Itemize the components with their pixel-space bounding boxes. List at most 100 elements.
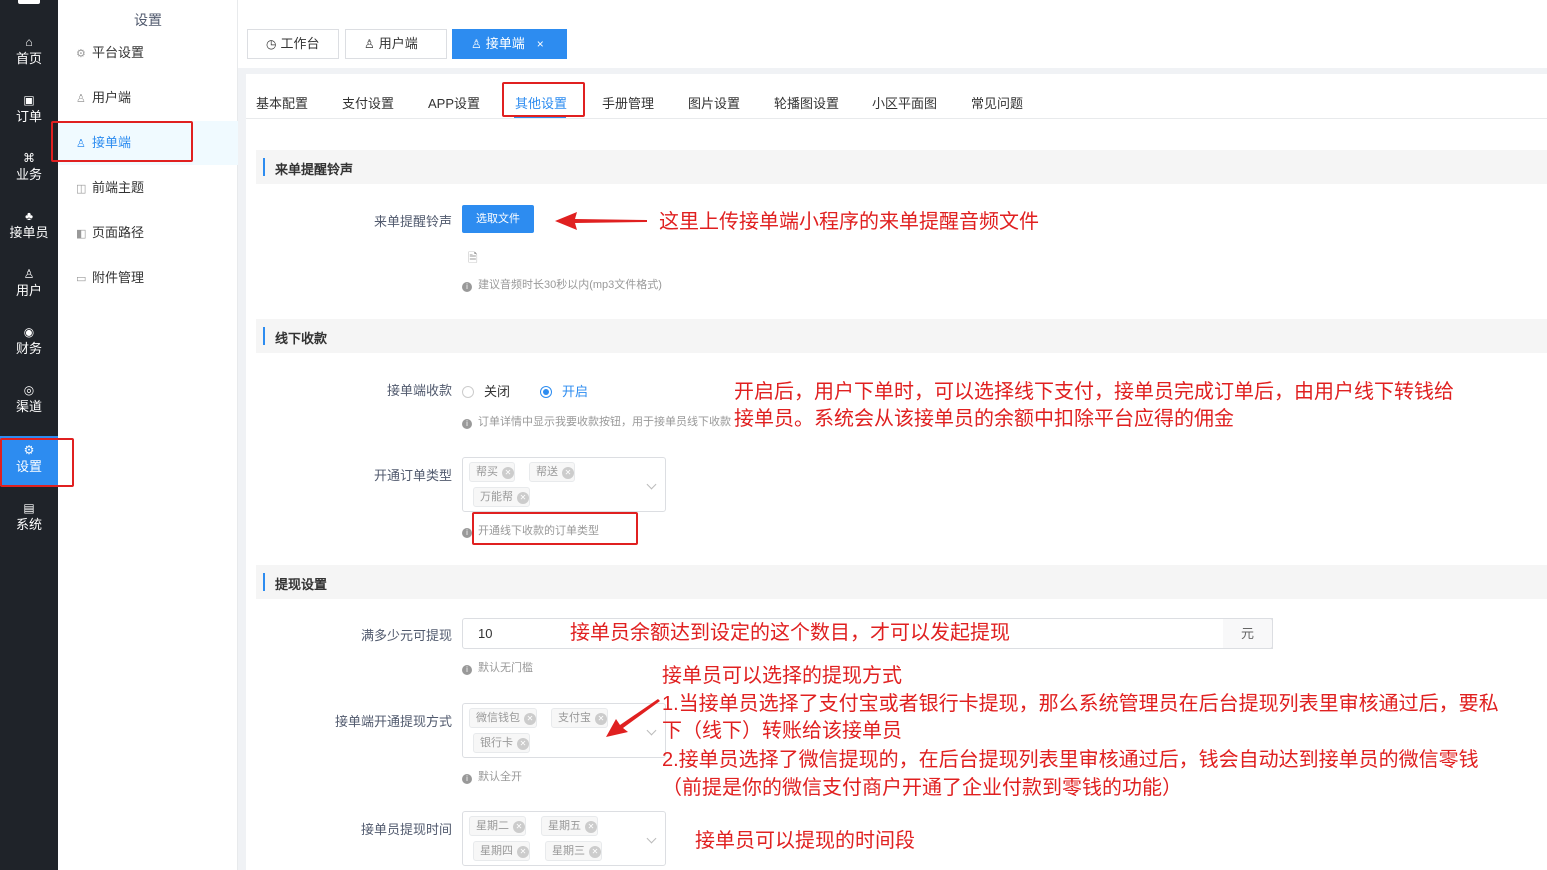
- section-title: 来单提醒铃声: [275, 162, 354, 177]
- radio-on[interactable]: 开启: [540, 381, 588, 400]
- annotation-arrow-icon: [606, 699, 660, 737]
- tag-close-icon[interactable]: ✕: [524, 713, 536, 725]
- app-root: ⌂ 首页 ▣ 订单 ⌘ 业务 ♣ 接单员 ♙ 用户 ◉ 财务 ◎ 渠道 ⚙ 设置: [0, 0, 1547, 870]
- annotation-time: 接单员可以提现的时间段: [695, 830, 915, 852]
- tag-close-icon[interactable]: ✕: [517, 492, 529, 504]
- tab-images[interactable]: 图片设置: [688, 93, 740, 112]
- tag-close-icon[interactable]: ✕: [502, 467, 514, 479]
- tag-close-icon[interactable]: ✕: [517, 846, 529, 858]
- system-icon: ▤: [23, 501, 35, 515]
- rider-icon: ♙: [471, 37, 482, 51]
- menu-item-label: 平台设置: [92, 45, 145, 60]
- nav-item-label: 订单: [15, 109, 42, 124]
- radio-dot: [462, 386, 474, 398]
- close-icon[interactable]: ×: [537, 37, 544, 51]
- chevron-down-icon: [646, 479, 657, 489]
- nav-item-label: 接单员: [9, 225, 49, 240]
- menu-item-page-path[interactable]: ◧ 页面路径: [58, 211, 238, 255]
- tag-close-icon[interactable]: ✕: [517, 738, 529, 750]
- info-icon: i: [462, 774, 472, 784]
- annotation-ringtone: 这里上传接单端小程序的来单提醒音频文件: [659, 211, 1039, 233]
- user-icon: ♙: [364, 37, 375, 51]
- menu-title: 设置: [134, 12, 162, 28]
- highlight-order-types-tip: [472, 512, 638, 545]
- collect-label: 接单端收款: [386, 383, 452, 398]
- info-icon: i: [462, 282, 472, 292]
- tab-label: 用户端: [378, 36, 418, 51]
- annotation-methods-5: （前提是你的微信支付商户开通了企业付款到零钱的功能）: [662, 777, 1182, 799]
- settings-tabs: 基本配置 支付设置 APP设置 其他设置 手册管理 图片设置 轮播图设置 小区平…: [246, 74, 1547, 119]
- nav-item-user[interactable]: ♙ 用户: [0, 260, 58, 310]
- menu-item-label: 附件管理: [92, 270, 145, 285]
- page-tabs-bar: ◷ 工作台 ♙ 用户端 ♙ 接单端 ×: [238, 0, 1547, 68]
- info-icon: i: [462, 419, 472, 429]
- highlight-nav-settings: [0, 438, 74, 487]
- tab-user-client[interactable]: ♙ 用户端: [345, 29, 447, 59]
- nav-item-order[interactable]: ▣ 订单: [0, 86, 58, 136]
- radio-dot: [540, 386, 552, 398]
- menu-item-platform[interactable]: ⚙ 平台设置: [58, 31, 238, 75]
- nav-item-label: 渠道: [15, 399, 42, 414]
- nav-item-business[interactable]: ⌘ 业务: [0, 144, 58, 194]
- tab-floor-plan[interactable]: 小区平面图: [872, 93, 937, 112]
- order-types-select[interactable]: 帮买 ✕ 帮送 ✕ 万能帮 ✕: [462, 457, 666, 512]
- annotation-methods-2: 1.当接单员选择了支付宝或者银行卡提现，那么系统管理员在后台提现列表里审核通过后…: [662, 693, 1499, 715]
- info-icon: i: [462, 665, 472, 675]
- withdraw-time-select[interactable]: 星期二 ✕ 星期五 ✕ 星期四 ✕ 星期三 ✕: [462, 811, 666, 866]
- menu-item-user-client[interactable]: ♙ 用户端: [58, 76, 238, 120]
- user-icon: ♙: [76, 93, 86, 105]
- business-icon: ⌘: [23, 151, 35, 165]
- tag-close-icon[interactable]: ✕: [585, 821, 597, 833]
- tag-chip: 帮买 ✕: [469, 462, 515, 482]
- logo: [18, 0, 40, 4]
- withdraw-methods-tip: i 默认全开: [462, 768, 522, 784]
- tab-order-client[interactable]: ♙ 接单端 ×: [452, 29, 567, 59]
- nav-item-system[interactable]: ▤ 系统: [0, 494, 58, 544]
- menu-item-attachments[interactable]: ▭ 附件管理: [58, 256, 238, 300]
- path-icon: ◧: [76, 228, 87, 240]
- tag-chip: 星期三 ✕: [545, 841, 602, 861]
- nav-item-rider[interactable]: ♣ 接单员: [0, 202, 58, 252]
- order-types-label: 开通订单类型: [373, 468, 452, 483]
- tab-app[interactable]: APP设置: [428, 93, 480, 112]
- nav-item-home[interactable]: ⌂ 首页: [0, 28, 58, 78]
- user-icon: ♙: [23, 267, 35, 281]
- tab-manual[interactable]: 手册管理: [602, 93, 654, 112]
- min-withdraw-tip: i 默认无门槛: [462, 659, 533, 675]
- ringtone-tip: i 建议音频时长30秒以内(mp3文件格式): [462, 276, 662, 292]
- tab-payment[interactable]: 支付设置: [342, 93, 394, 112]
- tag-chip: 银行卡 ✕: [473, 733, 530, 753]
- menu-item-theme[interactable]: ◫ 前端主题: [58, 166, 238, 210]
- tab-label: 工作台: [280, 36, 320, 51]
- tag-close-icon[interactable]: ✕: [513, 821, 525, 833]
- choose-file-button[interactable]: 选取文件: [462, 205, 534, 233]
- file-icon: 🗎: [468, 251, 478, 265]
- ringtone-label: 来单提醒铃声: [373, 214, 452, 229]
- tag-chip: 微信钱包 ✕: [469, 708, 537, 728]
- withdraw-methods-label: 接单端开通提现方式: [334, 714, 452, 729]
- info-icon: i: [462, 528, 472, 538]
- annotation-offline-1: 开启后，用户下单时，可以选择线下支付，接单员完成订单后，由用户线下转钱给: [734, 381, 1454, 403]
- withdraw-time-label: 接单员提现时间: [360, 822, 452, 837]
- tag-chip: 支付宝 ✕: [551, 708, 608, 728]
- nav-item-channel[interactable]: ◎ 渠道: [0, 376, 58, 426]
- radio-off[interactable]: 关闭: [462, 381, 510, 400]
- tag-chip: 帮送 ✕: [529, 462, 575, 482]
- channel-icon: ◎: [23, 383, 35, 397]
- finance-icon: ◉: [23, 325, 35, 339]
- tag-chip: 星期五 ✕: [541, 816, 598, 836]
- annotation-methods-4: 2.接单员选择了微信提现的，在后台提现列表里审核通过后，钱会自动达到接单员的微信…: [662, 749, 1479, 771]
- tag-close-icon[interactable]: ✕: [589, 846, 601, 858]
- tab-basic[interactable]: 基本配置: [256, 93, 308, 112]
- dashboard-icon: ◷: [266, 37, 277, 51]
- annotation-methods-1: 接单员可以选择的提现方式: [662, 665, 902, 687]
- tab-faq[interactable]: 常见问题: [971, 93, 1023, 112]
- gear-icon: ⚙: [76, 48, 86, 60]
- tab-workbench[interactable]: ◷ 工作台: [247, 29, 339, 59]
- annotation-min: 接单员余额达到设定的这个数目，才可以发起提现: [570, 622, 1010, 644]
- annotation-methods-3: 下（线下）转账给该接单员: [662, 720, 902, 742]
- tag-close-icon[interactable]: ✕: [562, 467, 574, 479]
- nav-item-label: 首页: [15, 51, 42, 66]
- tab-carousel[interactable]: 轮播图设置: [774, 93, 839, 112]
- nav-item-finance[interactable]: ◉ 财务: [0, 318, 58, 368]
